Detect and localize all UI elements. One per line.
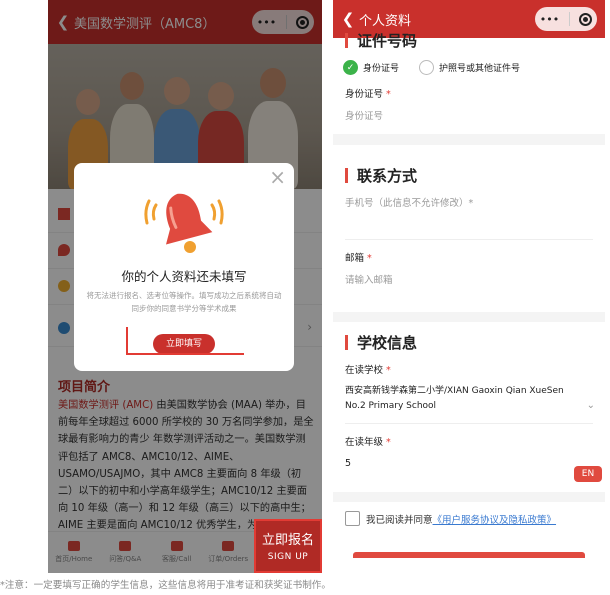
required-mark: * [386, 89, 391, 100]
agreement-checkbox[interactable] [345, 511, 360, 526]
contact-section: 联系方式 手机号（此信息不允许修改）* 邮箱 * 请输入邮箱 [333, 145, 605, 312]
sign-up-label: 立即报名 [261, 533, 314, 548]
contact-section-title: 联系方式 [345, 165, 417, 186]
capsule-divider [568, 12, 570, 26]
divider [345, 239, 593, 240]
chevron-down-icon[interactable]: ⌄ [587, 400, 595, 411]
agreement-link[interactable]: 《用户服务协议及隐私政策》 [433, 515, 557, 526]
id-number-input[interactable]: 身份证号 [345, 108, 383, 122]
profile-incomplete-dialog: × 你的个人资料还未填写 将无法进行报名、选考位等操作。填写成功之后系统将自动同… [74, 163, 294, 371]
dialog-title: 你的个人资料还未填写 [121, 269, 247, 284]
school-value: No.2 Primary School [345, 401, 437, 411]
required-mark: * [468, 198, 474, 209]
close-miniprogram-icon[interactable] [579, 12, 593, 26]
radio-id-card[interactable]: ✓ 身份证号 [343, 60, 399, 75]
id-number-label: 身份证号 * [345, 86, 391, 100]
agreement-prefix: 我已阅读并同意 [366, 515, 433, 526]
submit-button[interactable] [353, 552, 585, 558]
email-label: 邮箱 * [345, 250, 372, 264]
chevron-left-icon[interactable]: ❮ [337, 10, 359, 28]
grade-input[interactable]: 5 [345, 458, 351, 469]
email-input[interactable]: 请输入邮箱 [345, 272, 393, 286]
activity-screen: ❮ 美国数学测评（AMC8） ••• › 项目简介 美国数学测评 (AMC) 由… [48, 0, 322, 573]
phone-label: 手机号（此信息不允许修改）* [345, 195, 473, 209]
sign-up-button[interactable]: 立即报名 SIGN UP [254, 519, 322, 573]
annotation-underline [126, 353, 244, 355]
grade-label: 在读年级 * [345, 434, 391, 448]
radio-label: 护照号或其他证件号 [439, 64, 521, 74]
bell-icon [144, 193, 224, 253]
required-mark: * [386, 365, 391, 376]
footnote: *注意：一定要填写正确的学生信息，这些信息将用于准考证和获奖证书制作。 [0, 580, 331, 591]
school-section-title: 学校信息 [345, 332, 417, 353]
school-value: 西安高新钱学森第二小学/XIAN Gaoxin Qian XueSen [345, 386, 564, 396]
fill-now-button[interactable]: 立即填写 [153, 334, 215, 354]
miniprogram-capsule: ••• [535, 7, 597, 31]
label-text: 手机号（此信息不允许修改） [345, 198, 469, 209]
id-card-section: 证件号码 ✓ 身份证号 护照号或其他证件号 身份证号 * 身份证号 [333, 32, 605, 134]
id-section-title: 证件号码 [345, 30, 417, 51]
more-icon[interactable]: ••• [540, 13, 559, 26]
radio-passport[interactable]: 护照号或其他证件号 [419, 60, 520, 75]
school-select[interactable]: 西安高新钱学森第二小学/XIAN Gaoxin Qian XueSen No.2… [345, 384, 581, 414]
close-icon[interactable]: × [269, 167, 286, 187]
label-text: 在读学校 [345, 365, 384, 376]
radio-label: 身份证号 [363, 64, 400, 74]
school-section: 学校信息 在读学校 * 西安高新钱学森第二小学/XIAN Gaoxin Qian … [333, 322, 605, 492]
divider [345, 423, 593, 424]
label-text: 身份证号 [345, 89, 384, 100]
required-mark: * [367, 253, 372, 264]
school-label: 在读学校 * [345, 362, 391, 376]
sign-up-label-en: SIGN UP [267, 552, 309, 562]
profile-screen: ❮ 个人资料 ••• 证件号码 ✓ 身份证号 护照号或其他证件号 身份证号 * 身… [333, 0, 605, 573]
agreement-text: 我已阅读并同意《用户服务协议及隐私政策》 [366, 512, 556, 526]
agreement-section: 我已阅读并同意《用户服务协议及隐私政策》 [333, 502, 605, 573]
radio-empty-icon [419, 60, 434, 75]
annotation-bracket [126, 327, 128, 355]
required-mark: * [386, 437, 391, 448]
dialog-description: 将无法进行报名、选考位等操作。填写成功之后系统将自动同步你的同意书学分等学术成果 [86, 291, 282, 313]
label-text: 邮箱 [345, 253, 365, 264]
check-icon: ✓ [343, 60, 358, 75]
language-toggle[interactable]: EN [574, 466, 602, 482]
right-nav-title: 个人资料 [359, 13, 412, 29]
label-text: 在读年级 [345, 437, 384, 448]
